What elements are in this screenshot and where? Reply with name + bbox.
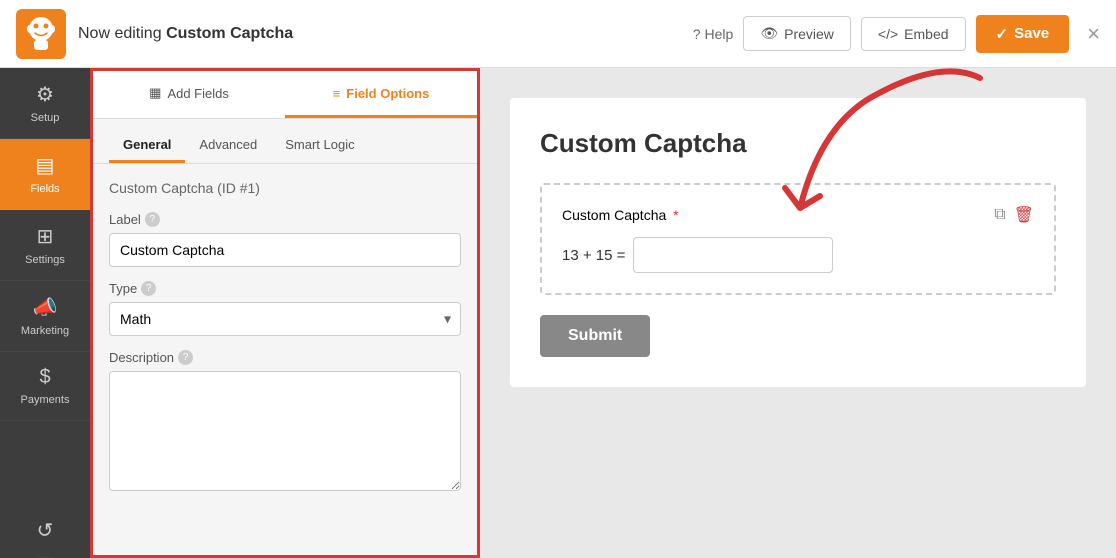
panel-tabs: ▦ Add Fields ≡ Field Options (93, 71, 477, 119)
sidebar-item-marketing[interactable]: 📣 Marketing (0, 281, 90, 352)
tab-field-options[interactable]: ≡ Field Options (285, 71, 477, 118)
field-options-panel: ▦ Add Fields ≡ Field Options General Adv… (90, 68, 480, 558)
sidebar-item-fields[interactable]: ▤ Fields (0, 139, 90, 210)
close-button[interactable]: × (1087, 21, 1100, 47)
description-textarea[interactable] (109, 371, 461, 491)
gear-icon: ⚙ (36, 82, 54, 107)
description-field-group: Description ? (109, 350, 461, 494)
check-icon: ✓ (996, 25, 1009, 43)
type-field-label: Type ? (109, 281, 461, 296)
label-field-group: Label ? (109, 212, 461, 267)
form-preview: Custom Captcha Custom Captcha * ⧉ 🗑 13 +… (510, 98, 1086, 387)
topbar-title: Now editing Custom Captcha (78, 25, 681, 43)
sidebar-item-settings[interactable]: ⊞ Settings (0, 210, 90, 281)
sidebar-item-history[interactable]: ↺ (37, 504, 54, 558)
embed-button[interactable]: </> Embed (861, 17, 966, 51)
field-section-title: Custom Captcha (ID #1) (109, 180, 461, 196)
grid-icon: ▦ (149, 85, 161, 101)
sidebar-bottom: ↺ (37, 504, 54, 558)
description-field-label: Description ? (109, 350, 461, 365)
captcha-field[interactable]: Custom Captcha * ⧉ 🗑 13 + 15 = (540, 183, 1056, 295)
required-mark: * (673, 207, 678, 223)
tab-add-fields[interactable]: ▦ Add Fields (93, 71, 285, 118)
sub-tab-advanced[interactable]: Advanced (185, 129, 271, 163)
captcha-field-header: Custom Captcha * ⧉ 🗑 (562, 205, 1034, 225)
captcha-delete-button[interactable]: 🗑 (1014, 205, 1034, 225)
panel-content: Custom Captcha (ID #1) Label ? Type ? M (93, 164, 477, 555)
fields-icon: ▤ (36, 153, 55, 178)
captcha-field-actions: ⧉ 🗑 (994, 205, 1034, 225)
sidebar: ⚙ Setup ▤ Fields ⊞ Settings 📣 Marketing … (0, 68, 90, 558)
type-select[interactable]: Math Question and Answer (109, 302, 461, 336)
options-icon: ≡ (333, 86, 341, 101)
type-help-icon[interactable]: ? (141, 281, 156, 296)
sidebar-item-payments[interactable]: $ Payments (0, 352, 90, 421)
sidebar-item-setup[interactable]: ⚙ Setup (0, 68, 90, 139)
history-icon: ↺ (37, 518, 54, 543)
submit-button[interactable]: Submit (540, 315, 650, 357)
captcha-answer-input[interactable] (633, 237, 833, 273)
dollar-icon: $ (39, 366, 50, 389)
type-field-group: Type ? Math Question and Answer ▾ (109, 281, 461, 336)
save-button[interactable]: ✓ Save (976, 15, 1070, 53)
type-select-wrap: Math Question and Answer ▾ (109, 302, 461, 336)
topbar: Now editing Custom Captcha ? Help 👁 Prev… (0, 0, 1116, 68)
main-layout: ⚙ Setup ▤ Fields ⊞ Settings 📣 Marketing … (0, 68, 1116, 558)
description-help-icon[interactable]: ? (178, 350, 193, 365)
sub-tabs: General Advanced Smart Logic (93, 119, 477, 164)
preview-button[interactable]: 👁 Preview (743, 16, 851, 51)
app-logo (16, 9, 66, 59)
sub-tab-general[interactable]: General (109, 129, 185, 163)
form-title: Custom Captcha (540, 128, 1056, 159)
label-input[interactable] (109, 233, 461, 267)
captcha-equation: 13 + 15 = (562, 237, 1034, 273)
question-icon: ? (693, 26, 701, 42)
sliders-icon: ⊞ (37, 224, 54, 249)
label-help-icon[interactable]: ? (145, 212, 160, 227)
code-icon: </> (878, 26, 898, 42)
sub-tab-smart-logic[interactable]: Smart Logic (271, 129, 368, 163)
help-button[interactable]: ? Help (693, 26, 734, 42)
eye-icon: 👁 (760, 25, 778, 42)
captcha-copy-button[interactable]: ⧉ (994, 205, 1005, 225)
topbar-actions: ? Help 👁 Preview </> Embed ✓ Save × (693, 15, 1100, 53)
preview-area: Custom Captcha Custom Captcha * ⧉ 🗑 13 +… (480, 68, 1116, 558)
captcha-field-label: Custom Captcha * (562, 207, 679, 223)
label-field-label: Label ? (109, 212, 461, 227)
megaphone-icon: 📣 (33, 295, 58, 320)
